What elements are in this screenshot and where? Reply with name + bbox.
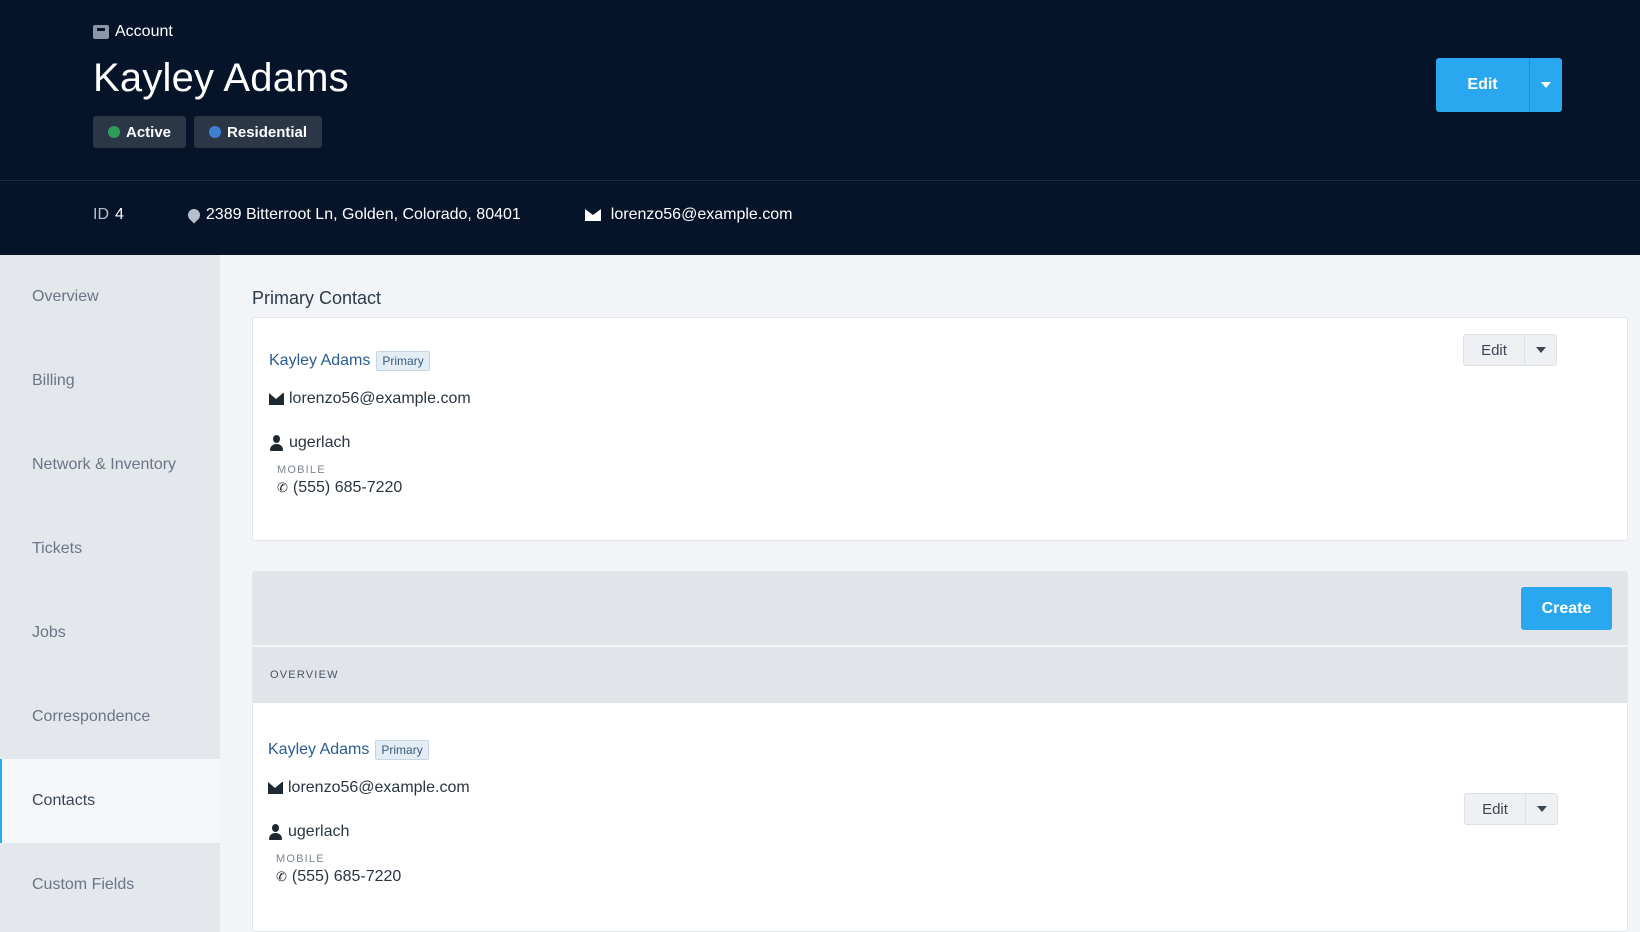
primary-contact-card: Kayley Adams Primary lorenzo56@example.c… [252, 317, 1628, 541]
contact-email[interactable]: lorenzo56@example.com [289, 390, 471, 408]
account-email-text: lorenzo56@example.com [610, 206, 793, 223]
account-icon [93, 25, 109, 39]
status-dot-icon [108, 126, 120, 138]
header-divider [0, 180, 1640, 181]
account-edit-menu-button[interactable] [1529, 58, 1562, 112]
contact-edit-button[interactable]: Edit [1464, 335, 1524, 365]
contact-username: ugerlach [288, 823, 350, 840]
group-label: OVERVIEW [270, 669, 339, 681]
contact-name-row: Kayley Adams Primary [269, 351, 430, 371]
id-value: 4 [115, 206, 124, 223]
contact-edit-split-button: Edit [1463, 334, 1557, 366]
contact-name-link[interactable]: Kayley Adams [268, 741, 369, 759]
sidebar-item-correspondence[interactable]: Correspondence [0, 675, 220, 759]
list-item: Kayley Adams Primary lorenzo56@example.c… [252, 703, 1628, 932]
chevron-down-icon [1535, 347, 1546, 353]
contact-edit-button[interactable]: Edit [1465, 794, 1525, 824]
envelope-icon [269, 393, 284, 405]
section-title-primary-contact: Primary Contact [252, 288, 382, 308]
sidebar-item-tickets[interactable]: Tickets [0, 507, 220, 591]
contact-username-row: ugerlach [268, 823, 349, 841]
phone-type-label: MOBILE [276, 853, 325, 865]
primary-tag: Primary [376, 351, 430, 371]
contact-username-row: ugerlach [269, 434, 350, 452]
contact-edit-menu-button[interactable] [1525, 794, 1557, 824]
badge-label: Active [126, 123, 172, 141]
contact-edit-split-button: Edit [1464, 793, 1558, 825]
contacts-toolbar: Create [252, 571, 1628, 645]
envelope-icon [584, 209, 601, 221]
account-edit-button[interactable]: Edit [1436, 58, 1529, 112]
contacts-group-header: OVERVIEW [252, 647, 1628, 703]
contact-name-row: Kayley Adams Primary [268, 740, 429, 760]
main-content: Primary Contact Kayley Adams Primary lor… [220, 255, 1640, 932]
sidebar-item-overview[interactable]: Overview [0, 255, 220, 339]
contact-name-link[interactable]: Kayley Adams [269, 352, 370, 370]
contact-email[interactable]: lorenzo56@example.com [288, 779, 470, 797]
id-label: ID [93, 206, 109, 223]
contact-edit-menu-button[interactable] [1524, 335, 1556, 365]
chevron-down-icon [1536, 806, 1547, 812]
sidebar-item-network-inventory[interactable]: Network & Inventory [0, 423, 220, 507]
breadcrumb[interactable]: Account [93, 23, 173, 41]
address-text: 2389 Bitterroot Ln, Golden, Colorado, 80… [205, 206, 521, 223]
contact-email-row: lorenzo56@example.com [268, 779, 470, 797]
location-pin-icon [185, 206, 203, 224]
phone-icon: ✆ [277, 480, 288, 495]
contact-phone-row: ✆ (555) 685-7220 [276, 868, 401, 886]
envelope-icon [268, 782, 283, 794]
account-email[interactable]: lorenzo56@example.com [584, 206, 793, 224]
contact-phone[interactable]: (555) 685-7220 [292, 868, 401, 886]
phone-type-label: MOBILE [277, 464, 326, 476]
create-contact-button[interactable]: Create [1521, 587, 1612, 630]
user-icon [269, 435, 284, 451]
phone-icon: ✆ [276, 869, 287, 884]
sidebar-item-contacts[interactable]: Contacts [0, 759, 220, 843]
contact-phone-row: ✆ (555) 685-7220 [277, 479, 402, 497]
account-meta: ID 4 2389 Bitterroot Ln, Golden, Colorad… [93, 206, 792, 224]
page-title: Kayley Adams [93, 56, 349, 100]
sidebar: Overview Billing Network & Inventory Tic… [0, 255, 220, 932]
badge-label: Residential [227, 123, 308, 141]
status-badge-active: Active [93, 116, 187, 148]
sidebar-item-jobs[interactable]: Jobs [0, 591, 220, 675]
chevron-down-icon [1541, 82, 1551, 88]
sidebar-item-custom-fields[interactable]: Custom Fields [0, 843, 220, 927]
address: 2389 Bitterroot Ln, Golden, Colorado, 80… [185, 206, 521, 224]
status-badges: Active Residential [93, 116, 323, 148]
primary-tag: Primary [375, 740, 429, 760]
account-edit-split-button: Edit [1436, 58, 1562, 112]
type-dot-icon [209, 126, 222, 138]
contact-email-row: lorenzo56@example.com [269, 390, 471, 408]
contact-phone[interactable]: (555) 685-7220 [293, 479, 402, 497]
breadcrumb-label: Account [115, 23, 173, 40]
sidebar-item-billing[interactable]: Billing [0, 339, 220, 423]
user-icon [268, 824, 283, 840]
type-badge-residential: Residential [194, 116, 323, 148]
account-header: Account Kayley Adams Active Residential … [0, 0, 1640, 255]
contact-username: ugerlach [289, 434, 351, 451]
